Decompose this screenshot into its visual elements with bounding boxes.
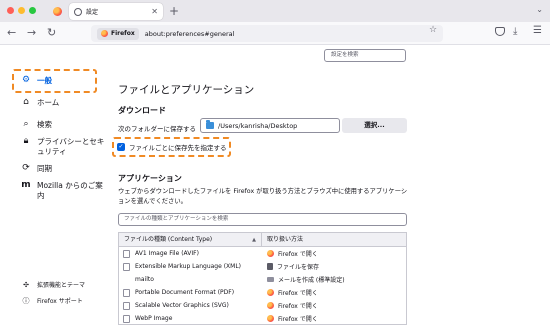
back-button[interactable]: ← bbox=[7, 26, 16, 40]
mail-icon bbox=[267, 277, 274, 282]
firefox-icon bbox=[267, 315, 274, 322]
mozilla-icon: m bbox=[21, 180, 31, 190]
sidebar-item-privacy[interactable]: 🔒︎ プライバシーとセキュリティ bbox=[20, 137, 108, 157]
content-type: AV1 Image File (AVIF) bbox=[135, 250, 199, 257]
folder-path: /Users/kanrisha/Desktop bbox=[218, 121, 298, 130]
identity-label: Firefox bbox=[111, 30, 135, 37]
save-icon bbox=[267, 263, 273, 270]
filter-input[interactable]: ファイルの種類とアプリケーションを検索 bbox=[118, 213, 407, 226]
tab-settings[interactable]: 設定 ✕ bbox=[69, 3, 163, 20]
folder-icon bbox=[206, 120, 214, 129]
firefox-icon bbox=[267, 302, 274, 309]
search-icon: ⌕ bbox=[23, 119, 29, 129]
new-tab-button[interactable]: + bbox=[169, 3, 179, 19]
menu-icon[interactable]: ☰ bbox=[533, 25, 542, 36]
close-icon[interactable]: ✕ bbox=[151, 7, 158, 16]
table-row[interactable]: Scalable Vector Graphics (SVG) Firefox で… bbox=[119, 299, 406, 312]
chevron-down-icon[interactable]: ⌄ bbox=[536, 5, 543, 14]
tab-strip: 設定 ✕ + ⌄ bbox=[0, 0, 550, 22]
download-icon[interactable]: ⤓ bbox=[513, 26, 517, 37]
sync-icon: ⟳ bbox=[22, 163, 30, 173]
close-window-button[interactable] bbox=[7, 7, 14, 14]
file-icon bbox=[123, 301, 130, 310]
sidebar-item-sync[interactable]: ⟳ 同期 bbox=[20, 164, 52, 174]
action-label[interactable]: ファイルを保存 bbox=[277, 262, 319, 271]
settings-search-input[interactable]: 設定を検索 bbox=[324, 49, 406, 62]
applications-description: ウェブからダウンロードしたファイルを Firefox が取り扱う方法とブラウズ中… bbox=[118, 188, 408, 205]
applications-heading: アプリケーション bbox=[118, 174, 182, 183]
tab-title: 設定 bbox=[86, 9, 99, 16]
column-header-action[interactable]: 取り扱い方法 bbox=[262, 233, 406, 246]
section-heading-files: ファイルとアプリケーション bbox=[118, 84, 255, 96]
sidebar-item-label: 拡張機能とテーマ bbox=[37, 282, 86, 289]
sidebar-item-home[interactable]: ⌂ ホーム bbox=[20, 98, 59, 108]
choose-folder-button[interactable]: 選択... bbox=[342, 118, 407, 133]
table-row[interactable]: AV1 Image File (AVIF) Firefox で開く bbox=[119, 247, 406, 260]
ask-save-location-checkbox[interactable]: ✓ bbox=[117, 143, 125, 151]
puzzle-icon: ✣ bbox=[23, 281, 29, 289]
firefox-icon bbox=[267, 250, 274, 257]
home-icon: ⌂ bbox=[23, 97, 29, 107]
sidebar-item-label: 同期 bbox=[37, 164, 52, 173]
firefox-icon bbox=[52, 7, 62, 16]
file-icon bbox=[123, 288, 130, 297]
sidebar-item-support[interactable]: ⓘ Firefox サポート bbox=[20, 297, 83, 307]
navigation-toolbar: ← → ↻ Firefox about:preferences#general … bbox=[0, 22, 550, 45]
firefox-icon bbox=[101, 30, 108, 37]
action-label[interactable]: Firefox で開く bbox=[278, 314, 318, 323]
minimize-window-button[interactable] bbox=[18, 7, 25, 14]
downloads-heading: ダウンロード bbox=[118, 106, 166, 115]
content-type: mailto bbox=[135, 276, 154, 283]
bookmark-star-icon[interactable]: ☆ bbox=[429, 25, 437, 35]
file-icon bbox=[123, 262, 130, 271]
download-folder-field[interactable]: /Users/kanrisha/Desktop bbox=[200, 118, 340, 133]
action-label[interactable]: Firefox で開く bbox=[278, 301, 318, 310]
action-label[interactable]: Firefox で開く bbox=[278, 249, 318, 258]
sidebar-item-label: 一般 bbox=[37, 76, 52, 85]
sidebar-item-search[interactable]: ⌕ 検索 bbox=[20, 120, 52, 130]
content-type: Scalable Vector Graphics (SVG) bbox=[135, 302, 229, 309]
content-type: Portable Document Format (PDF) bbox=[135, 289, 235, 296]
table-row[interactable]: Portable Document Format (PDF) Firefox で… bbox=[119, 286, 406, 299]
column-header-label: ファイルの種類 (Content Type) bbox=[124, 236, 213, 243]
gear-icon: ⚙ bbox=[21, 75, 31, 85]
save-to-label: 次のフォルダーに保存する bbox=[118, 125, 196, 133]
sort-up-icon: ▲ bbox=[252, 237, 256, 243]
sidebar-item-general[interactable]: ⚙ 一般 bbox=[20, 76, 52, 86]
sidebar-item-mozilla[interactable]: m Mozilla からのご案内 bbox=[20, 181, 110, 201]
sidebar-item-label: ホーム bbox=[37, 98, 60, 107]
reload-button[interactable]: ↻ bbox=[47, 26, 56, 40]
content-type: WebP Image bbox=[135, 315, 173, 322]
file-icon bbox=[123, 249, 130, 258]
checkbox-label: ファイルごとに保存先を指定する bbox=[129, 144, 227, 152]
zoom-window-button[interactable] bbox=[29, 7, 36, 14]
url-text[interactable]: about:preferences#general bbox=[145, 30, 235, 38]
forward-button[interactable]: → bbox=[27, 26, 36, 40]
content-type: Extensible Markup Language (XML) bbox=[135, 263, 242, 270]
help-icon: ⓘ bbox=[22, 297, 30, 305]
pinned-tab[interactable] bbox=[47, 3, 67, 20]
action-label[interactable]: Firefox で開く bbox=[278, 288, 318, 297]
pocket-icon[interactable] bbox=[495, 27, 505, 36]
sidebar-item-label: 検索 bbox=[37, 120, 52, 129]
column-header-type[interactable]: ファイルの種類 (Content Type) ▲ bbox=[119, 233, 262, 246]
file-icon bbox=[123, 314, 130, 323]
gear-icon bbox=[74, 7, 82, 16]
lock-icon: 🔒︎ bbox=[23, 136, 29, 146]
sidebar-item-label: プライバシーとセキュリティ bbox=[37, 137, 105, 156]
identity-box[interactable]: Firefox bbox=[97, 27, 139, 40]
column-header-label: 取り扱い方法 bbox=[267, 236, 304, 243]
table-row[interactable]: Extensible Markup Language (XML) ファイルを保存 bbox=[119, 260, 406, 273]
table-row[interactable]: WebP Image Firefox で開く bbox=[119, 312, 406, 324]
table-header: ファイルの種類 (Content Type) ▲ 取り扱い方法 bbox=[119, 233, 406, 247]
sidebar-item-label: Mozilla からのご案内 bbox=[37, 181, 103, 200]
sidebar-item-addons[interactable]: ✣ 拡張機能とテーマ bbox=[20, 281, 85, 291]
ask-save-location-row[interactable]: ✓ ファイルごとに保存先を指定する bbox=[117, 142, 227, 152]
table-row[interactable]: mailto メールを作成 (標準設定) bbox=[119, 273, 406, 286]
sidebar-item-label: Firefox サポート bbox=[37, 298, 83, 305]
firefox-icon bbox=[267, 289, 274, 296]
applications-table: ファイルの種類 (Content Type) ▲ 取り扱い方法 AV1 Imag… bbox=[118, 232, 407, 325]
address-bar[interactable]: Firefox about:preferences#general bbox=[91, 25, 443, 42]
action-label[interactable]: メールを作成 (標準設定) bbox=[278, 275, 345, 284]
